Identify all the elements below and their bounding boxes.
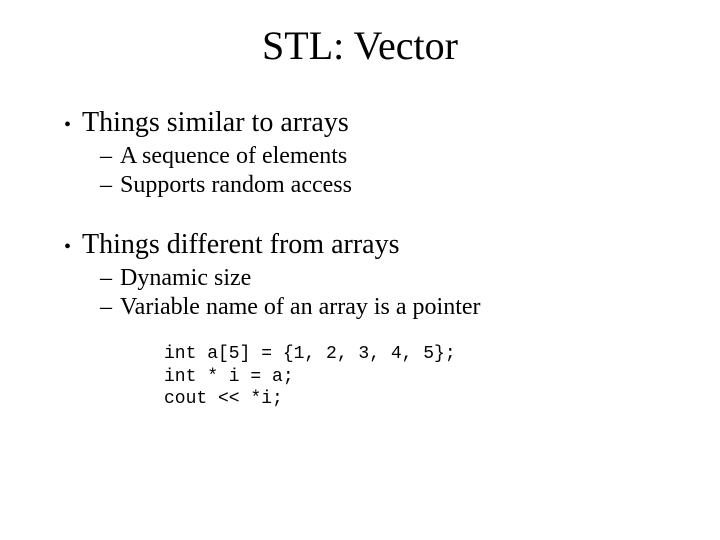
slide: STL: Vector • Things similar to arrays –… bbox=[0, 0, 720, 540]
code-snippet: int a[5] = {1, 2, 3, 4, 5}; int * i = a;… bbox=[164, 343, 670, 411]
sub-item: – Dynamic size bbox=[100, 265, 670, 292]
bullet-dot-icon: • bbox=[64, 233, 82, 261]
dash-icon: – bbox=[100, 172, 120, 199]
sub-item: – A sequence of elements bbox=[100, 143, 670, 170]
bullet-dot-icon: • bbox=[64, 111, 82, 139]
section-heading: Things different from arrays bbox=[82, 229, 400, 261]
sub-item-text: A sequence of elements bbox=[120, 143, 347, 170]
bullet-list: • Things similar to arrays – A sequence … bbox=[64, 107, 670, 411]
sub-list: – Dynamic size – Variable name of an arr… bbox=[100, 265, 670, 321]
section-different: • Things different from arrays – Dynamic… bbox=[64, 229, 670, 411]
section-heading: Things similar to arrays bbox=[82, 107, 349, 139]
sub-item-text: Dynamic size bbox=[120, 265, 251, 292]
sub-item-text: Supports random access bbox=[120, 172, 352, 199]
dash-icon: – bbox=[100, 294, 120, 321]
sub-list: – A sequence of elements – Supports rand… bbox=[100, 143, 670, 199]
dash-icon: – bbox=[100, 265, 120, 292]
sub-item: – Supports random access bbox=[100, 172, 670, 199]
sub-item: – Variable name of an array is a pointer bbox=[100, 294, 670, 321]
sub-item-text: Variable name of an array is a pointer bbox=[120, 294, 481, 321]
dash-icon: – bbox=[100, 143, 120, 170]
slide-title: STL: Vector bbox=[50, 22, 670, 69]
section-similar: • Things similar to arrays – A sequence … bbox=[64, 107, 670, 199]
